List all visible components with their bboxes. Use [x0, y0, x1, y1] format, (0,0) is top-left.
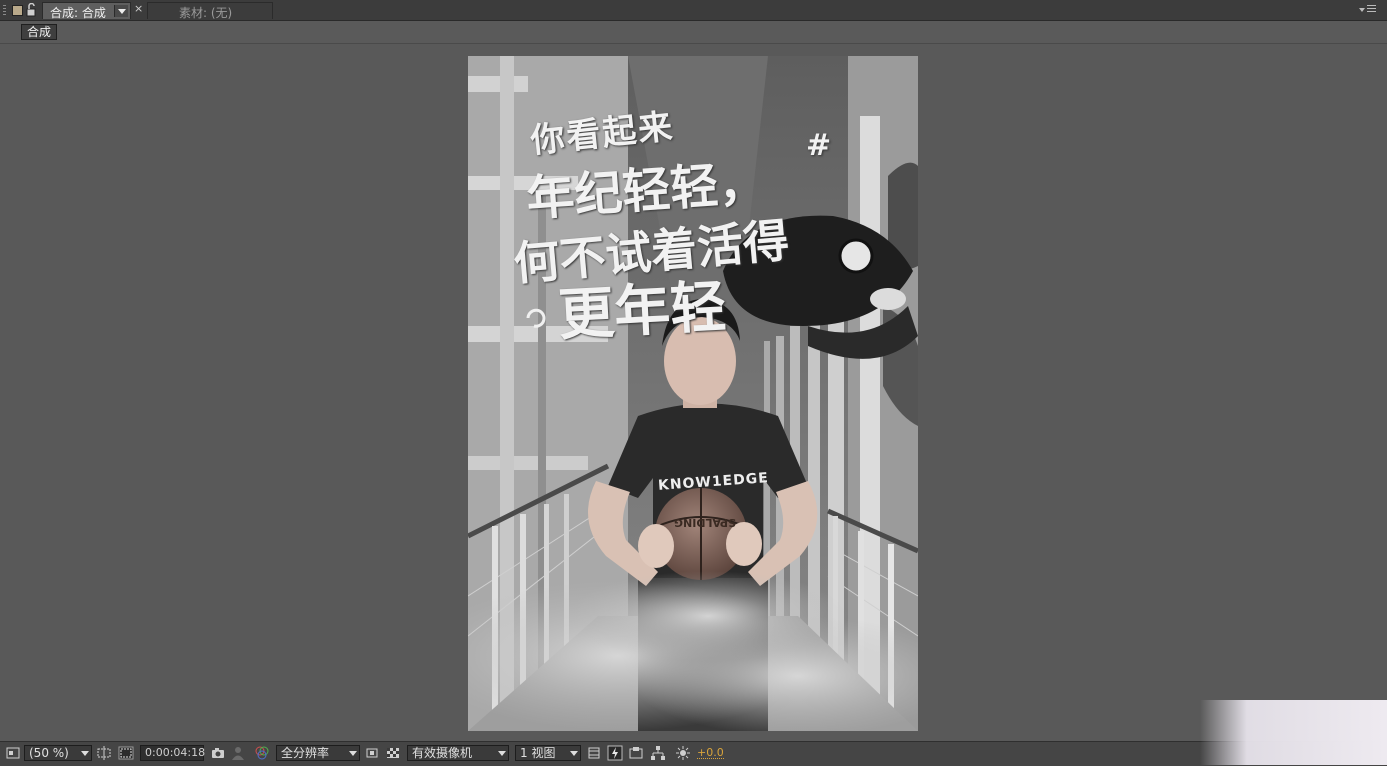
current-time-field[interactable]: 0:00:04:18 [140, 745, 205, 761]
zoom-select[interactable]: (50 %) [24, 745, 92, 761]
tab-composition[interactable]: 合成: 合成 [42, 2, 131, 20]
viewer-toolbar: (50 %) 0:00:04:18 全分辨率 有效摄像机 1 视图 +0.0 [0, 741, 1387, 766]
panel-grip-icon[interactable] [3, 5, 6, 15]
camera-value: 有效摄像机 [412, 746, 473, 760]
reset-exposure-icon[interactable] [675, 745, 691, 761]
zoom-value: (50 %) [29, 746, 69, 760]
channel-icon[interactable] [254, 745, 270, 761]
snapshot-icon[interactable] [210, 745, 226, 761]
region-of-interest-icon[interactable] [96, 745, 112, 761]
chevron-down-icon [570, 751, 578, 756]
view-layout-value: 1 视图 [520, 746, 556, 760]
show-snapshot-icon[interactable] [230, 745, 246, 761]
poster-headline-line4: 更年轻 [556, 273, 728, 349]
fast-preview-icon[interactable] [607, 745, 623, 761]
panel-tab-bar: 合成: 合成 × 素材: (无) [0, 0, 1387, 21]
checkerboard-icon[interactable] [385, 745, 401, 761]
chevron-down-icon [349, 751, 357, 756]
composition-breadcrumb-button[interactable]: 合成 [21, 24, 58, 40]
tab-composition-label: 合成: 合成 [50, 6, 106, 20]
pixel-aspect-icon[interactable] [586, 745, 602, 761]
poster-hash-mark: # [806, 128, 832, 163]
label-color-icon[interactable] [12, 5, 23, 16]
composition-frame[interactable]: 你看起来 年纪轻轻， 何不试着活得 更年轻 # KNOW1EDGE SPALDI… [468, 56, 918, 731]
resolution-select[interactable]: 全分辨率 [276, 745, 360, 761]
fast-preview-region-icon[interactable] [364, 745, 380, 761]
chevron-down-icon [81, 751, 89, 756]
ball-brand-text: SPALDING [674, 516, 736, 529]
panel-menu-icon[interactable] [1359, 4, 1381, 16]
tab-footage-label: 素材: (无) [179, 6, 233, 20]
lock-icon[interactable] [26, 2, 38, 17]
tab-close-icon[interactable]: × [134, 2, 143, 16]
composition-navigator: 合成 [0, 21, 1387, 44]
camera-select[interactable]: 有效摄像机 [407, 745, 509, 761]
tab-footage[interactable]: 素材: (无) [147, 2, 273, 20]
exposure-value[interactable]: +0.0 [697, 745, 724, 759]
view-layout-select[interactable]: 1 视图 [515, 745, 581, 761]
flowchart-icon[interactable] [650, 745, 666, 761]
resolution-value: 全分辨率 [281, 746, 330, 760]
preview-options-icon[interactable] [5, 745, 21, 761]
chevron-down-icon [498, 751, 506, 756]
transparency-grid-icon[interactable] [118, 745, 134, 761]
tab-dropdown-icon[interactable] [114, 5, 128, 17]
layer-controls-icon[interactable] [628, 745, 644, 761]
composition-viewer[interactable]: 你看起来 年纪轻轻， 何不试着活得 更年轻 # KNOW1EDGE SPALDI… [0, 44, 1387, 740]
